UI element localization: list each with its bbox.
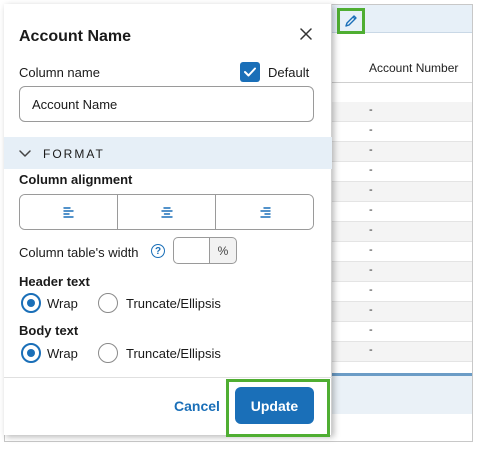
body-truncate-radio[interactable] xyxy=(98,343,118,363)
table-cell: - xyxy=(369,144,373,156)
update-button[interactable]: Update xyxy=(235,387,314,424)
table-cell: - xyxy=(369,204,373,216)
table-cell: - xyxy=(369,324,373,336)
edit-column-pencil-icon[interactable] xyxy=(337,8,365,34)
header-text-label: Header text xyxy=(19,274,90,289)
body-wrap-label: Wrap xyxy=(47,346,78,361)
table-cell: - xyxy=(369,344,373,356)
align-left-button[interactable] xyxy=(20,195,118,229)
align-center-icon xyxy=(160,207,173,218)
cancel-button[interactable]: Cancel xyxy=(174,398,220,414)
panel-title: Account Name xyxy=(19,28,132,45)
column-width-input[interactable] xyxy=(173,237,209,264)
format-section-label: FORMAT xyxy=(43,147,105,161)
table-cell: - xyxy=(369,224,373,236)
body-truncate-label: Truncate/Ellipsis xyxy=(126,346,221,361)
table-cell: - xyxy=(369,304,373,316)
header-truncate-radio[interactable] xyxy=(98,293,118,313)
header-wrap-radio[interactable] xyxy=(21,293,41,313)
pencil-icon xyxy=(345,15,357,27)
alignment-button-group xyxy=(19,194,314,230)
table-cell: - xyxy=(369,124,373,136)
column-name-label: Column name xyxy=(19,65,100,80)
table-cell: - xyxy=(369,104,373,116)
default-checkbox[interactable] xyxy=(240,62,260,82)
body-text-label: Body text xyxy=(19,323,79,338)
chevron-down-icon xyxy=(19,150,31,157)
align-right-button[interactable] xyxy=(216,195,313,229)
align-center-button[interactable] xyxy=(118,195,216,229)
column-settings-panel: Account Name Column name Default FORMAT … xyxy=(4,4,332,437)
header-truncate-label: Truncate/Ellipsis xyxy=(126,296,221,311)
help-icon[interactable]: ? xyxy=(151,244,165,258)
width-unit: % xyxy=(209,237,237,264)
column-name-input[interactable] xyxy=(19,86,314,122)
close-icon[interactable] xyxy=(296,24,316,44)
table-cell: - xyxy=(369,184,373,196)
align-right-icon xyxy=(259,207,271,218)
table-cell: - xyxy=(369,284,373,296)
header-wrap-label: Wrap xyxy=(47,296,78,311)
table-cell: - xyxy=(369,164,373,176)
table-cell: - xyxy=(369,244,373,256)
format-section-header[interactable]: FORMAT xyxy=(4,137,332,169)
column-alignment-label: Column alignment xyxy=(19,172,133,187)
default-label: Default xyxy=(268,65,310,80)
align-left-icon xyxy=(62,207,74,218)
checkmark-icon xyxy=(244,67,256,77)
body-wrap-radio[interactable] xyxy=(21,343,41,363)
column-header-account-number[interactable]: Account Number xyxy=(369,61,458,75)
table-cell: - xyxy=(369,264,373,276)
column-width-label: Column table's width xyxy=(19,245,139,260)
panel-footer-divider xyxy=(4,377,332,378)
